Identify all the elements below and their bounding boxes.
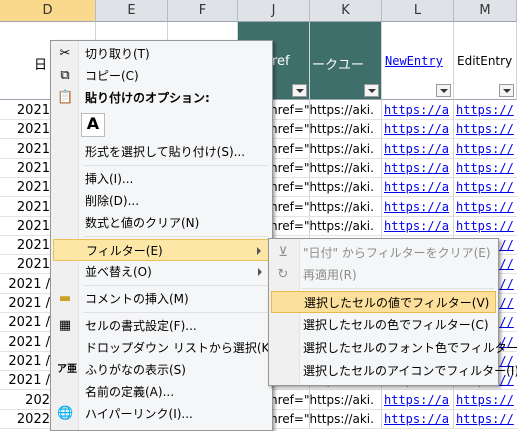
date-cell[interactable]: 2021 bbox=[0, 140, 50, 159]
date-cell[interactable]: 2021 / bbox=[0, 313, 50, 332]
date-cell[interactable]: 2021 bbox=[0, 217, 50, 236]
editentry-link-cell[interactable]: https:// bbox=[456, 120, 517, 139]
column-header-l[interactable]: L bbox=[382, 0, 454, 22]
newentry-link-cell[interactable]: https://a bbox=[384, 217, 452, 236]
submenu-arrow-icon bbox=[258, 268, 262, 276]
clipboard-icon: 📋 bbox=[57, 90, 74, 105]
header-editentry-text: EditEntry bbox=[457, 54, 513, 68]
date-cell[interactable]: 2021 bbox=[0, 101, 50, 120]
menu-item-pick-dropdown[interactable]: ドロップダウン リストから選択(K)... bbox=[53, 337, 286, 359]
copy-icon: ⧉ bbox=[60, 68, 70, 83]
href-cell[interactable]: href="https://aki. bbox=[270, 140, 380, 159]
date-cell[interactable]: 2021 bbox=[0, 178, 50, 197]
header-cell-l[interactable]: NewEntry bbox=[382, 22, 454, 100]
menu-item-hyperlink[interactable]: 🌐 ハイパーリンク(I)... bbox=[53, 403, 270, 425]
filter-dropdown-j[interactable] bbox=[292, 84, 307, 97]
globe-link-icon: 🌐 bbox=[57, 406, 74, 421]
href-cell[interactable]: href="https://aki. bbox=[270, 159, 380, 178]
menu-item-copy[interactable]: ⧉ コピー(C) bbox=[53, 65, 270, 87]
header-newentry-text: NewEntry bbox=[385, 54, 443, 68]
column-header-m[interactable]: M bbox=[454, 0, 517, 22]
newentry-link-cell[interactable]: https://a bbox=[384, 198, 452, 217]
menu-item-format-cells[interactable]: ▦ セルの書式設定(F)... bbox=[53, 315, 270, 337]
paste-a-icon: A bbox=[86, 114, 100, 133]
editentry-link-cell[interactable]: https:// bbox=[456, 178, 517, 197]
date-cell[interactable]: 2021 / bbox=[0, 333, 50, 352]
header-cell-k[interactable]: ークユー bbox=[310, 22, 382, 100]
column-header-d[interactable]: D bbox=[0, 0, 96, 22]
filter-dropdown-l[interactable] bbox=[436, 84, 451, 97]
menu-item-sort[interactable]: 並べ替え(O) bbox=[53, 261, 270, 283]
href-cell[interactable]: href="https://aki. bbox=[270, 120, 380, 139]
phonetic-icon: ア亜 bbox=[57, 364, 77, 375]
column-header-j[interactable]: J bbox=[238, 0, 310, 22]
date-cell[interactable]: 2021 bbox=[0, 159, 50, 178]
date-cell[interactable]: 2021 / bbox=[0, 352, 50, 371]
header-cell-m[interactable]: EditEntry bbox=[454, 22, 517, 100]
submenu-item-filter-by-icon[interactable]: 選択したセルのアイコンでフィルター(I) bbox=[271, 360, 517, 382]
newentry-link-cell[interactable]: https://a bbox=[384, 391, 452, 410]
menu-item-cut[interactable]: ✂ 切り取り(T) bbox=[53, 43, 270, 65]
href-cell[interactable]: href="https://aki. bbox=[270, 178, 380, 197]
editentry-link-cell[interactable]: https:// bbox=[456, 159, 517, 178]
menu-item-insert-comment[interactable]: ▬ コメントの挿入(M) bbox=[53, 288, 270, 310]
editentry-link-cell[interactable]: https:// bbox=[456, 391, 517, 410]
context-menu: ✂ 切り取り(T) ⧉ コピー(C) 📋 貼り付けのオプション: A 形式を選択… bbox=[50, 40, 286, 431]
format-cells-icon: ▦ bbox=[58, 318, 72, 333]
editentry-link-cell[interactable]: https:// bbox=[456, 410, 517, 429]
date-cell[interactable]: 2021 bbox=[0, 236, 50, 255]
editentry-link-cell[interactable]: https:// bbox=[456, 140, 517, 159]
href-cell[interactable]: href="https://aki. bbox=[270, 217, 380, 236]
filter-dropdown-m[interactable] bbox=[499, 84, 514, 97]
date-cell[interactable]: 2021 / bbox=[0, 275, 50, 294]
submenu-item-filter-by-value[interactable]: 選択したセルの値でフィルター(V) bbox=[271, 291, 496, 313]
editentry-link-cell[interactable]: https:// bbox=[456, 198, 517, 217]
date-cell[interactable]: 2021 bbox=[0, 198, 50, 217]
newentry-link-cell[interactable]: https://a bbox=[384, 120, 452, 139]
paste-values-button[interactable]: A bbox=[81, 113, 105, 137]
menu-item-define-name[interactable]: 名前の定義(A)... bbox=[53, 381, 270, 403]
submenu-item-filter-by-font-color[interactable]: 選択したセルのフォント色でフィルター(F) bbox=[271, 337, 517, 359]
comment-icon: ▬ bbox=[58, 291, 72, 306]
newentry-link-cell[interactable]: https://a bbox=[384, 159, 452, 178]
header-k-text: ークユー bbox=[312, 58, 365, 73]
newentry-link-cell[interactable]: https://a bbox=[384, 140, 452, 159]
menu-item-paste-special[interactable]: 形式を選択して貼り付け(S)... bbox=[53, 141, 270, 163]
column-header-e[interactable]: E bbox=[96, 0, 168, 22]
href-cell[interactable]: href="https://aki. bbox=[270, 410, 380, 429]
filter-dropdown-k[interactable] bbox=[364, 84, 379, 97]
newentry-link-cell[interactable]: https://a bbox=[384, 178, 452, 197]
submenu-item-clear-filter[interactable]: ⊻ "日付" からフィルターをクリア(E) bbox=[271, 242, 496, 264]
header-ref-text: ref bbox=[272, 54, 290, 69]
filter-submenu: ⊻ "日付" からフィルターをクリア(E) ↻ 再適用(R) 選択したセルの値で… bbox=[268, 238, 517, 386]
menu-item-insert[interactable]: 挿入(I)... bbox=[53, 168, 270, 190]
newentry-link-cell[interactable]: https://a bbox=[384, 101, 452, 120]
clear-filter-icon: ⊻ bbox=[278, 245, 288, 260]
submenu-arrow-icon bbox=[257, 247, 261, 255]
reapply-filter-icon: ↻ bbox=[277, 267, 289, 282]
submenu-item-filter-by-color[interactable]: 選択したセルの色でフィルター(C) bbox=[271, 314, 496, 336]
href-cell[interactable]: href="https://aki. bbox=[270, 391, 380, 410]
editentry-link-cell[interactable]: https:// bbox=[456, 217, 517, 236]
scissors-icon: ✂ bbox=[59, 46, 71, 61]
menu-item-clear[interactable]: 数式と値のクリア(N) bbox=[53, 212, 270, 234]
menu-item-show-phonetic[interactable]: ア亜 ふりがなの表示(S) bbox=[53, 359, 270, 381]
date-cell[interactable]: 2021 bbox=[0, 120, 50, 139]
href-cell[interactable]: href="https://aki. bbox=[270, 198, 380, 217]
newentry-link-cell[interactable]: https://a bbox=[384, 410, 452, 429]
editentry-link-cell[interactable]: https:// bbox=[456, 101, 517, 120]
date-cell[interactable]: 202 bbox=[0, 391, 50, 410]
menu-item-delete[interactable]: 削除(D)... bbox=[53, 190, 270, 212]
menu-item-filter[interactable]: フィルター(E) bbox=[53, 239, 270, 261]
date-cell[interactable]: 2021 / bbox=[0, 294, 50, 313]
menu-paste-options-heading: 📋 貼り付けのオプション: bbox=[57, 90, 210, 105]
href-cell[interactable]: href="https://aki. bbox=[270, 101, 380, 120]
column-header-k[interactable]: K bbox=[310, 0, 382, 22]
submenu-item-reapply[interactable]: ↻ 再適用(R) bbox=[271, 264, 496, 286]
date-cell[interactable]: 2021 / bbox=[0, 371, 50, 390]
date-cell[interactable]: 2022 bbox=[0, 410, 50, 429]
column-header-f[interactable]: F bbox=[168, 0, 238, 22]
header-date-text: 日 bbox=[34, 58, 48, 73]
date-cell[interactable]: 2021 bbox=[0, 255, 50, 274]
